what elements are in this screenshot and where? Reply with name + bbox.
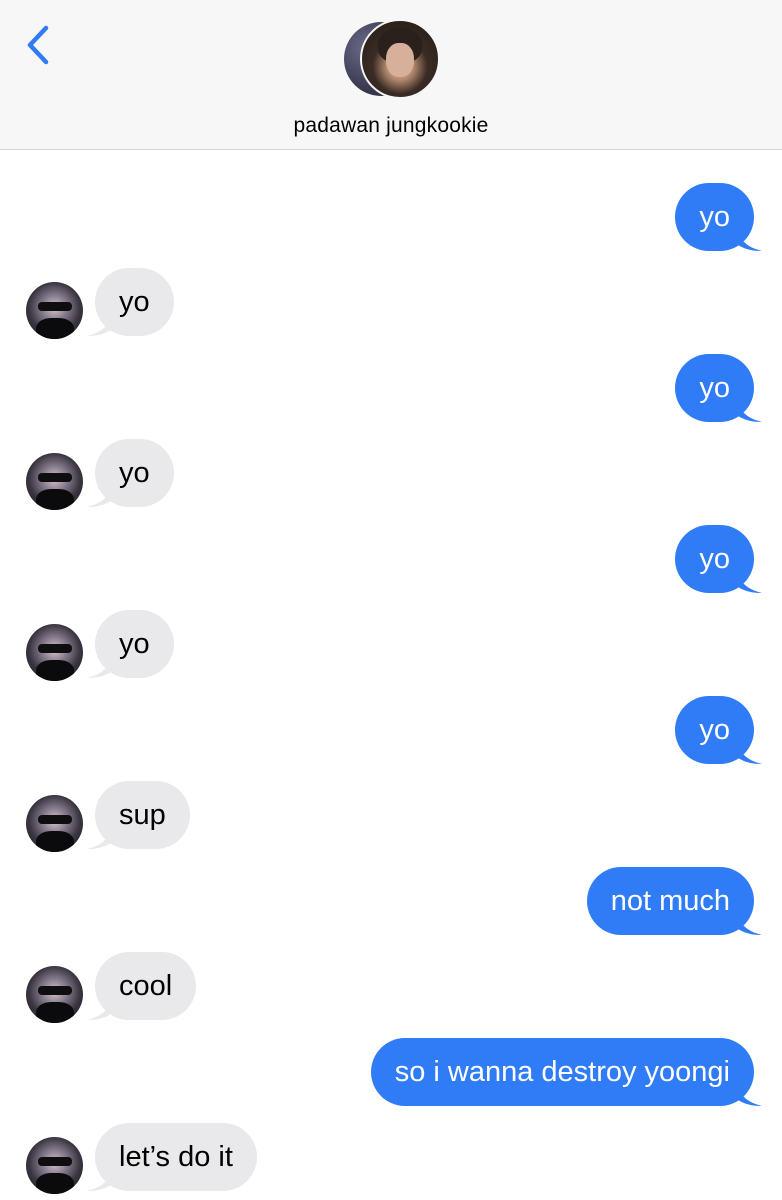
contact-name[interactable]: padawan jungkookie: [0, 114, 782, 138]
contact-avatar-group[interactable]: [342, 19, 442, 100]
message-text: yo: [119, 457, 150, 489]
received-message-bubble[interactable]: yo: [87, 610, 174, 678]
received-message-bubble[interactable]: yo: [87, 268, 174, 336]
message-text: yo: [699, 201, 730, 233]
sent-message-bubble[interactable]: yo: [675, 525, 762, 593]
message-text: yo: [119, 628, 150, 660]
received-message-bubble[interactable]: cool: [87, 952, 197, 1020]
message-text: yo: [699, 372, 730, 404]
message-text: yo: [699, 714, 730, 746]
sent-message-bubble[interactable]: yo: [675, 696, 762, 764]
message-text: cool: [119, 970, 173, 1002]
sender-avatar: [26, 282, 83, 339]
sent-message-bubble[interactable]: so i wanna destroy yoongi: [370, 1038, 762, 1106]
message-text: sup: [119, 799, 166, 831]
sent-message-bubble[interactable]: yo: [675, 183, 762, 251]
chevron-left-icon: [27, 25, 49, 65]
back-button[interactable]: [18, 22, 62, 68]
contact-avatar: [360, 19, 440, 99]
sent-message-bubble[interactable]: not much: [586, 867, 762, 935]
message-thread: yo yo yo yo yo yo yo sup not much cool s…: [0, 150, 782, 1200]
received-message-bubble[interactable]: let’s do it: [87, 1123, 257, 1191]
conversation-header: padawan jungkookie: [0, 0, 782, 150]
sender-avatar: [26, 1137, 83, 1194]
received-message-bubble[interactable]: yo: [87, 439, 174, 507]
sender-avatar: [26, 966, 83, 1023]
message-text: let’s do it: [119, 1141, 233, 1173]
message-text: yo: [699, 543, 730, 575]
sender-avatar: [26, 795, 83, 852]
received-message-bubble[interactable]: sup: [87, 781, 190, 849]
message-text: yo: [119, 286, 150, 318]
sender-avatar: [26, 624, 83, 681]
message-text: not much: [610, 885, 730, 917]
sent-message-bubble[interactable]: yo: [675, 354, 762, 422]
sender-avatar: [26, 453, 83, 510]
message-text: so i wanna destroy yoongi: [394, 1056, 730, 1088]
